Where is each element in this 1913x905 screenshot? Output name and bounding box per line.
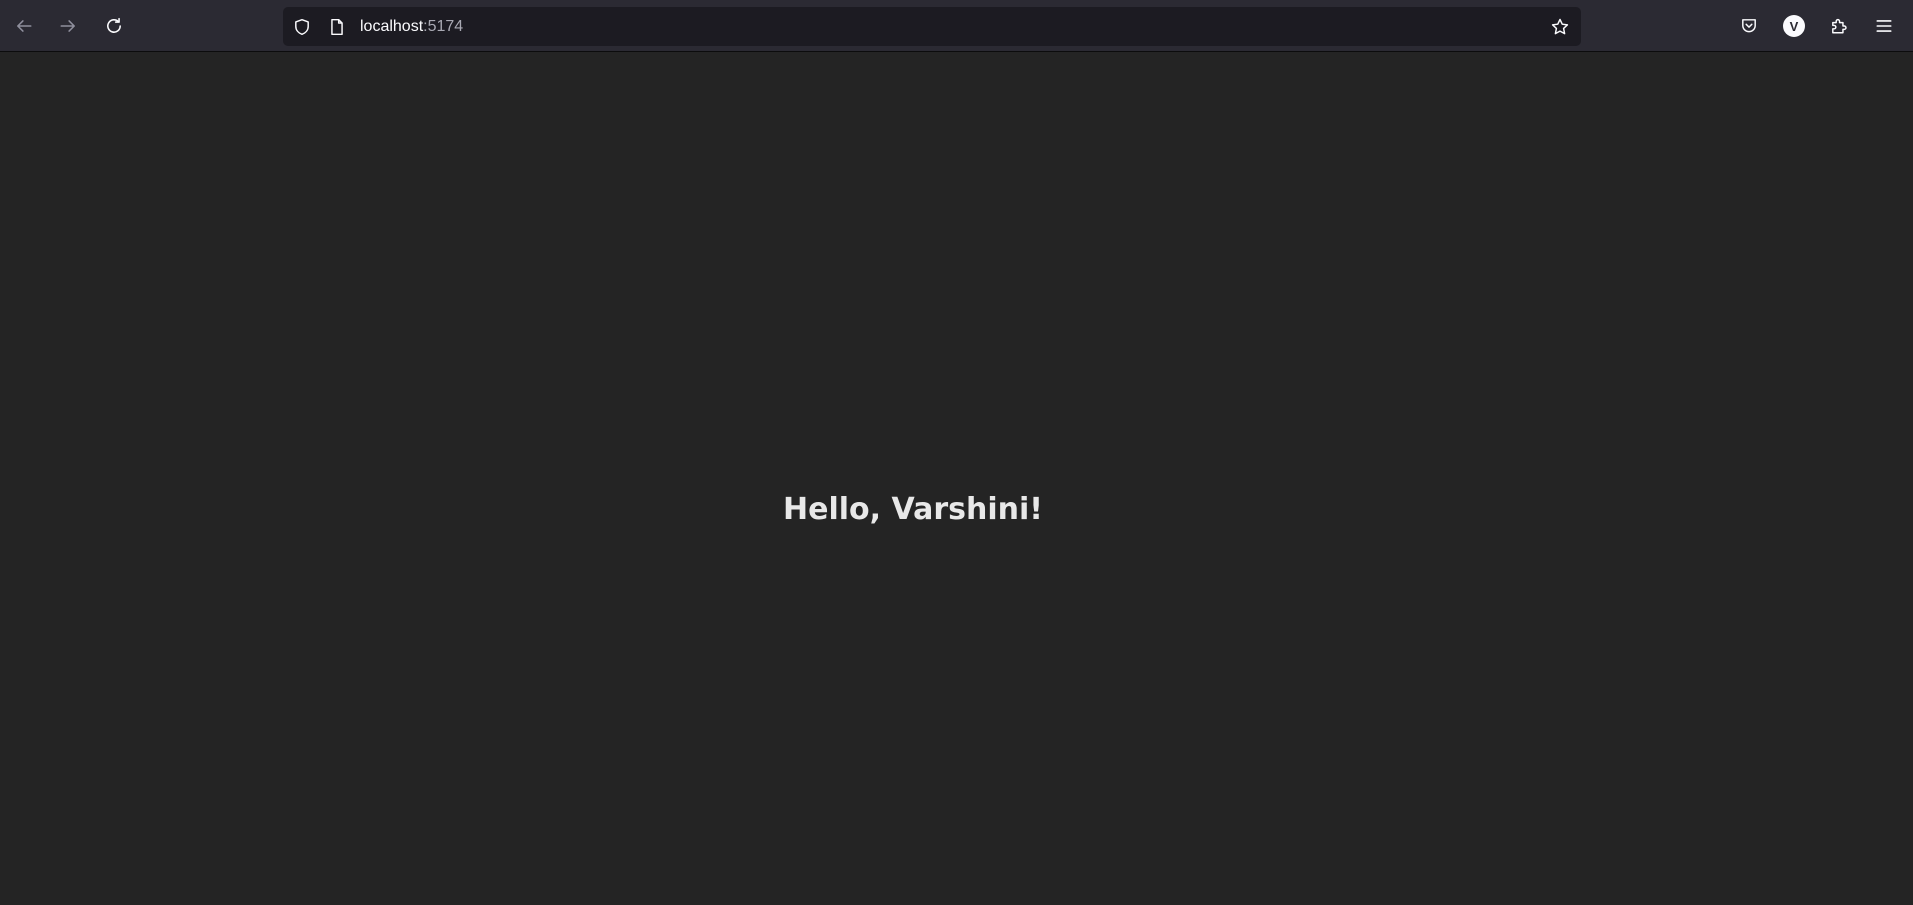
site-info-button[interactable] xyxy=(327,17,347,37)
pocket-button[interactable] xyxy=(1731,8,1767,44)
back-arrow-icon xyxy=(17,20,32,32)
page-content: Hello, Varshini! xyxy=(0,53,1913,905)
url-host: localhost xyxy=(360,18,424,35)
url-port: :5174 xyxy=(423,18,464,35)
pocket-icon xyxy=(1742,19,1756,33)
app-menu-button[interactable] xyxy=(1866,8,1902,44)
url-text[interactable]: localhost:5174 xyxy=(360,17,463,37)
shield-icon xyxy=(295,18,309,36)
tracking-protection-button[interactable] xyxy=(292,17,312,37)
profile-avatar-button[interactable]: V xyxy=(1783,15,1805,37)
browser-toolbar: localhost:5174 V xyxy=(0,0,1913,52)
url-bar[interactable]: localhost:5174 xyxy=(283,7,1581,46)
greeting-heading: Hello, Varshini! xyxy=(783,492,1043,527)
star-icon xyxy=(1551,18,1569,35)
puzzle-icon xyxy=(1832,18,1847,34)
reload-icon xyxy=(107,17,121,33)
extensions-button[interactable] xyxy=(1821,8,1857,44)
bookmark-button[interactable] xyxy=(1550,17,1570,37)
forward-arrow-icon xyxy=(60,20,75,32)
reload-button[interactable] xyxy=(96,8,132,44)
page-icon xyxy=(331,18,343,36)
hamburger-menu-icon xyxy=(1876,20,1892,32)
back-button[interactable] xyxy=(6,8,42,44)
forward-button[interactable] xyxy=(50,8,86,44)
